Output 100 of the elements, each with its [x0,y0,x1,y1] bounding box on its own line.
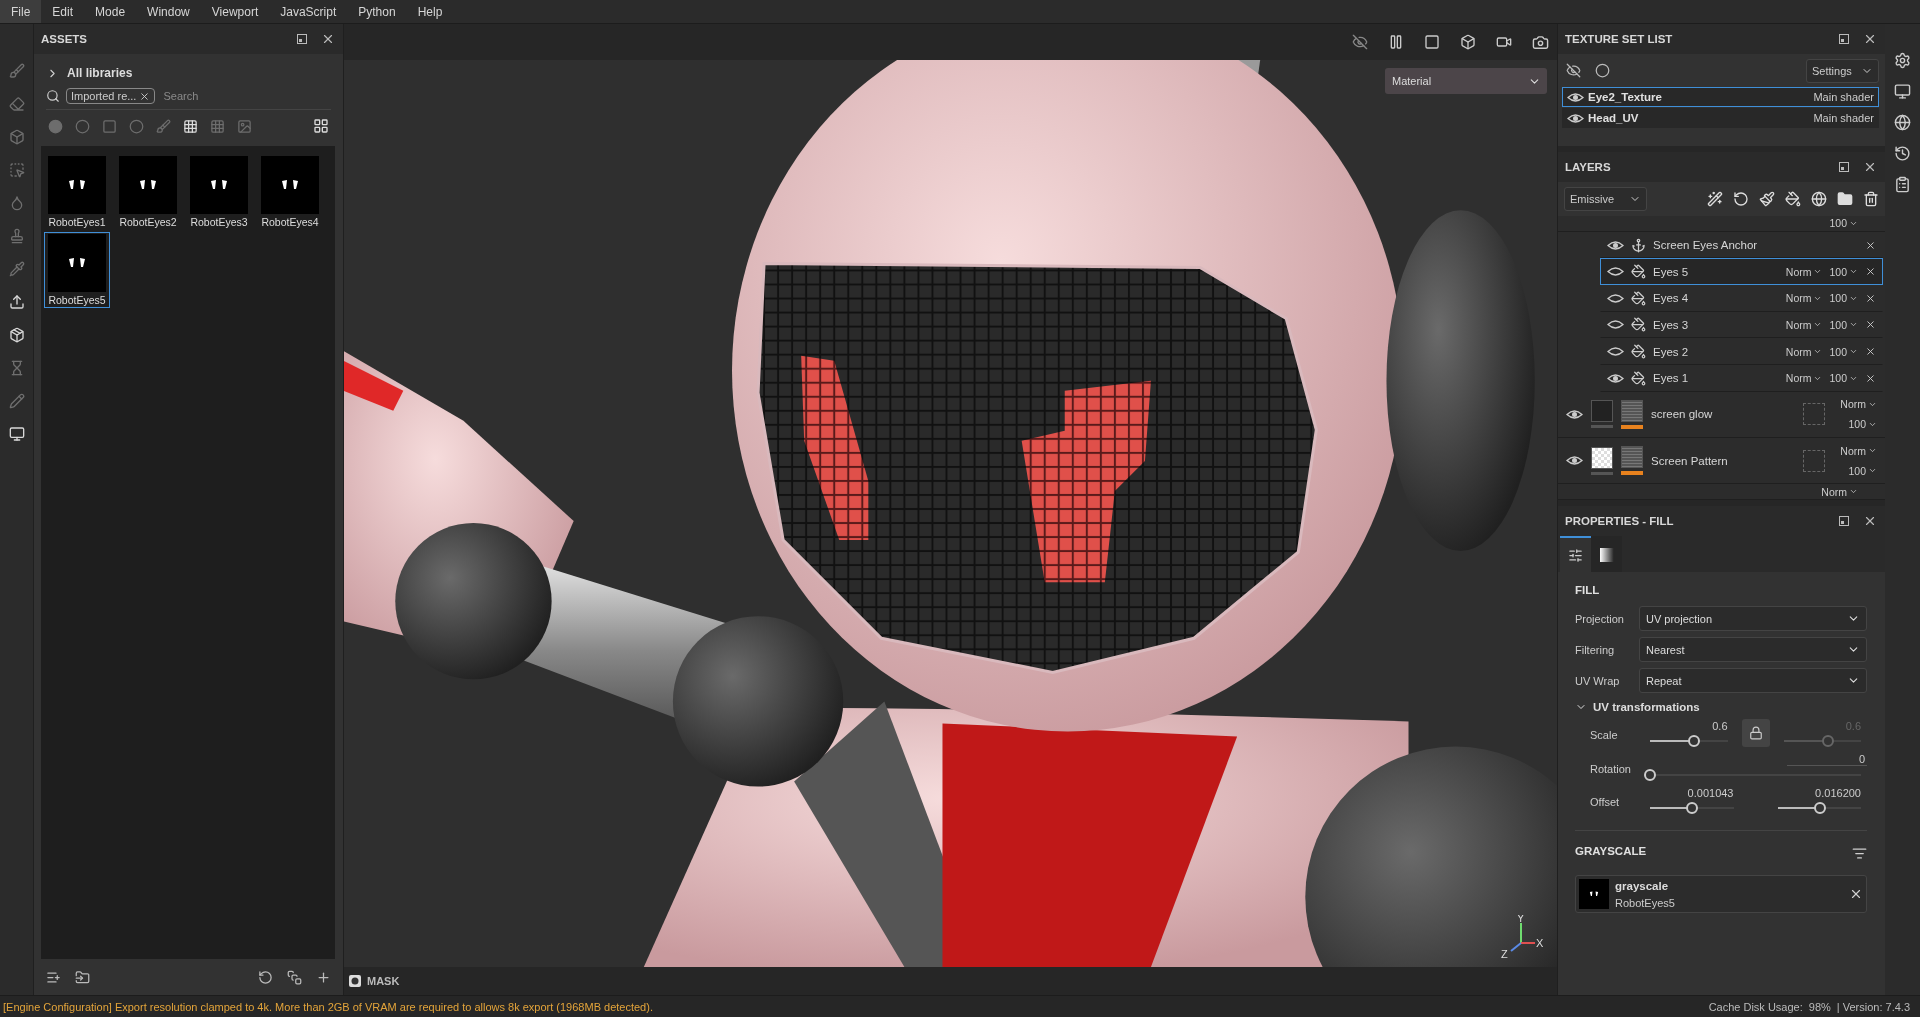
checker-filter-icon[interactable] [183,118,198,134]
remove-icon[interactable] [1865,292,1876,304]
stamp-icon[interactable] [8,228,25,244]
menu-icon[interactable] [1852,845,1867,861]
eye-outline-icon[interactable] [1607,292,1624,304]
globe-icon[interactable] [1894,114,1911,131]
opacity-dropdown[interactable]: 100 [1848,418,1877,431]
properties-tab[interactable] [1560,536,1591,572]
opacity-dropdown[interactable]: 100 [1829,292,1858,305]
close-icon[interactable] [1863,32,1877,46]
brush-filter-icon[interactable] [156,118,171,134]
eye-icon[interactable] [1607,239,1624,251]
pencil-icon[interactable] [8,393,25,409]
close-icon[interactable] [321,32,335,46]
mask-icon[interactable] [349,975,361,987]
asset-tile[interactable]: RobotEyes3 [186,154,252,230]
effects-icon[interactable] [1707,191,1723,207]
history-icon[interactable] [1894,145,1911,162]
blend-mode-dropdown[interactable]: Norm [1785,372,1823,385]
menu-item[interactable]: JavaScript [269,0,348,23]
dropdown[interactable]: UV projection [1639,606,1867,631]
export-icon[interactable] [8,294,25,310]
eye-icon[interactable] [1566,408,1583,420]
close-icon[interactable] [1863,160,1877,174]
close-icon[interactable] [1863,514,1877,528]
perspective-icon[interactable] [1424,34,1440,50]
eye-icon[interactable] [1567,91,1584,103]
restore-icon[interactable] [1839,516,1849,526]
remove-icon[interactable] [1865,372,1876,384]
filter-tag[interactable]: Imported re... [66,88,156,104]
properties-tab[interactable] [1591,536,1622,572]
image-filter-icon[interactable] [237,118,252,134]
opacity-dropdown[interactable]: 100 [1829,318,1858,331]
paint-layer-icon[interactable] [1759,191,1775,207]
resource-card[interactable]: grayscale RobotEyes5 [1575,875,1867,913]
menu-item[interactable]: Viewport [200,0,270,23]
group-toggle[interactable]: UV transformations [1575,701,1867,713]
remove-icon[interactable] [1865,319,1876,331]
blend-mode-dropdown[interactable]: Norm [1785,318,1823,331]
menu-item[interactable]: Window [136,0,201,23]
eye-icon[interactable] [1607,372,1624,384]
eye-outline-icon[interactable] [1607,319,1624,331]
save-list-icon[interactable] [46,969,61,985]
mask-slot[interactable] [1803,403,1825,426]
opacity-dropdown[interactable]: 100 [1829,372,1858,385]
remove-icon[interactable] [1865,266,1876,278]
display-settings-icon[interactable] [1894,83,1911,100]
restore-icon[interactable] [297,34,307,44]
hide-icon[interactable] [1352,34,1368,50]
close-icon[interactable] [1849,887,1863,901]
value-field[interactable]: 0 [1787,753,1867,766]
blend-mode-dropdown[interactable]: Norm [1785,265,1823,278]
menu-item[interactable]: Python [347,0,407,23]
eye-outline-icon[interactable] [1607,266,1624,278]
lock-button[interactable] [1741,719,1770,747]
texture-set-row[interactable]: Eye2_Texture Main shader [1562,87,1879,107]
texture-set-row[interactable]: Head_UV Main shader [1562,108,1879,128]
eye-icon[interactable] [1567,112,1584,124]
brush-icon[interactable] [8,63,25,79]
eye-icon[interactable] [1566,455,1583,466]
menu-item[interactable]: Help [406,0,454,23]
refresh-icon[interactable] [258,969,273,985]
polygon-select-icon[interactable] [8,162,25,178]
fill-layer-icon[interactable] [1785,191,1801,207]
opacity-dropdown[interactable]: 100 [1829,265,1858,278]
opacity-dropdown[interactable]: 100 [1829,345,1858,358]
eraser-icon[interactable] [8,96,25,112]
dropdown[interactable]: Nearest [1639,637,1867,662]
add-icon[interactable] [316,969,331,985]
asset-tile[interactable]: RobotEyes5 [44,232,110,308]
restore-icon[interactable] [1839,162,1849,172]
clipboard-icon[interactable] [1894,176,1911,193]
settings-icon[interactable] [1894,52,1911,69]
restore-icon[interactable] [1839,34,1849,44]
menu-item[interactable]: Mode [84,0,137,23]
close-icon[interactable] [139,90,151,102]
search-field[interactable]: Search [161,89,272,103]
blend-mode-dropdown[interactable]: Norm [1840,398,1877,411]
blend-mode-dropdown[interactable]: Norm [1840,444,1877,457]
monitor-icon[interactable] [8,426,25,442]
blend-mode-dropdown[interactable]: Norm [1821,485,1858,498]
channel-dropdown[interactable]: Emissive [1564,187,1647,211]
mask-slot[interactable] [1803,449,1825,472]
asset-tile[interactable]: RobotEyes4 [257,154,323,230]
menu-item[interactable]: Edit [41,0,85,23]
delete-icon[interactable] [1863,191,1879,207]
pattern-filter-icon[interactable] [210,118,225,134]
settings-dropdown[interactable]: Settings [1806,58,1879,83]
remove-icon[interactable] [1865,239,1876,251]
opacity-dropdown[interactable]: 100 [1829,217,1858,230]
eye-outline-icon[interactable] [1607,346,1624,358]
asset-tile[interactable]: RobotEyes1 [44,154,110,230]
shading-dropdown[interactable]: Material [1385,68,1547,94]
package-icon[interactable] [8,327,25,343]
blend-mode-dropdown[interactable]: Norm [1785,292,1823,305]
folder-icon[interactable] [1837,191,1853,207]
blend-mode-dropdown[interactable]: Norm [1785,345,1823,358]
menu-item[interactable]: File [0,0,42,23]
opacity-dropdown[interactable]: 100 [1848,464,1877,477]
remove-icon[interactable] [1865,346,1876,358]
